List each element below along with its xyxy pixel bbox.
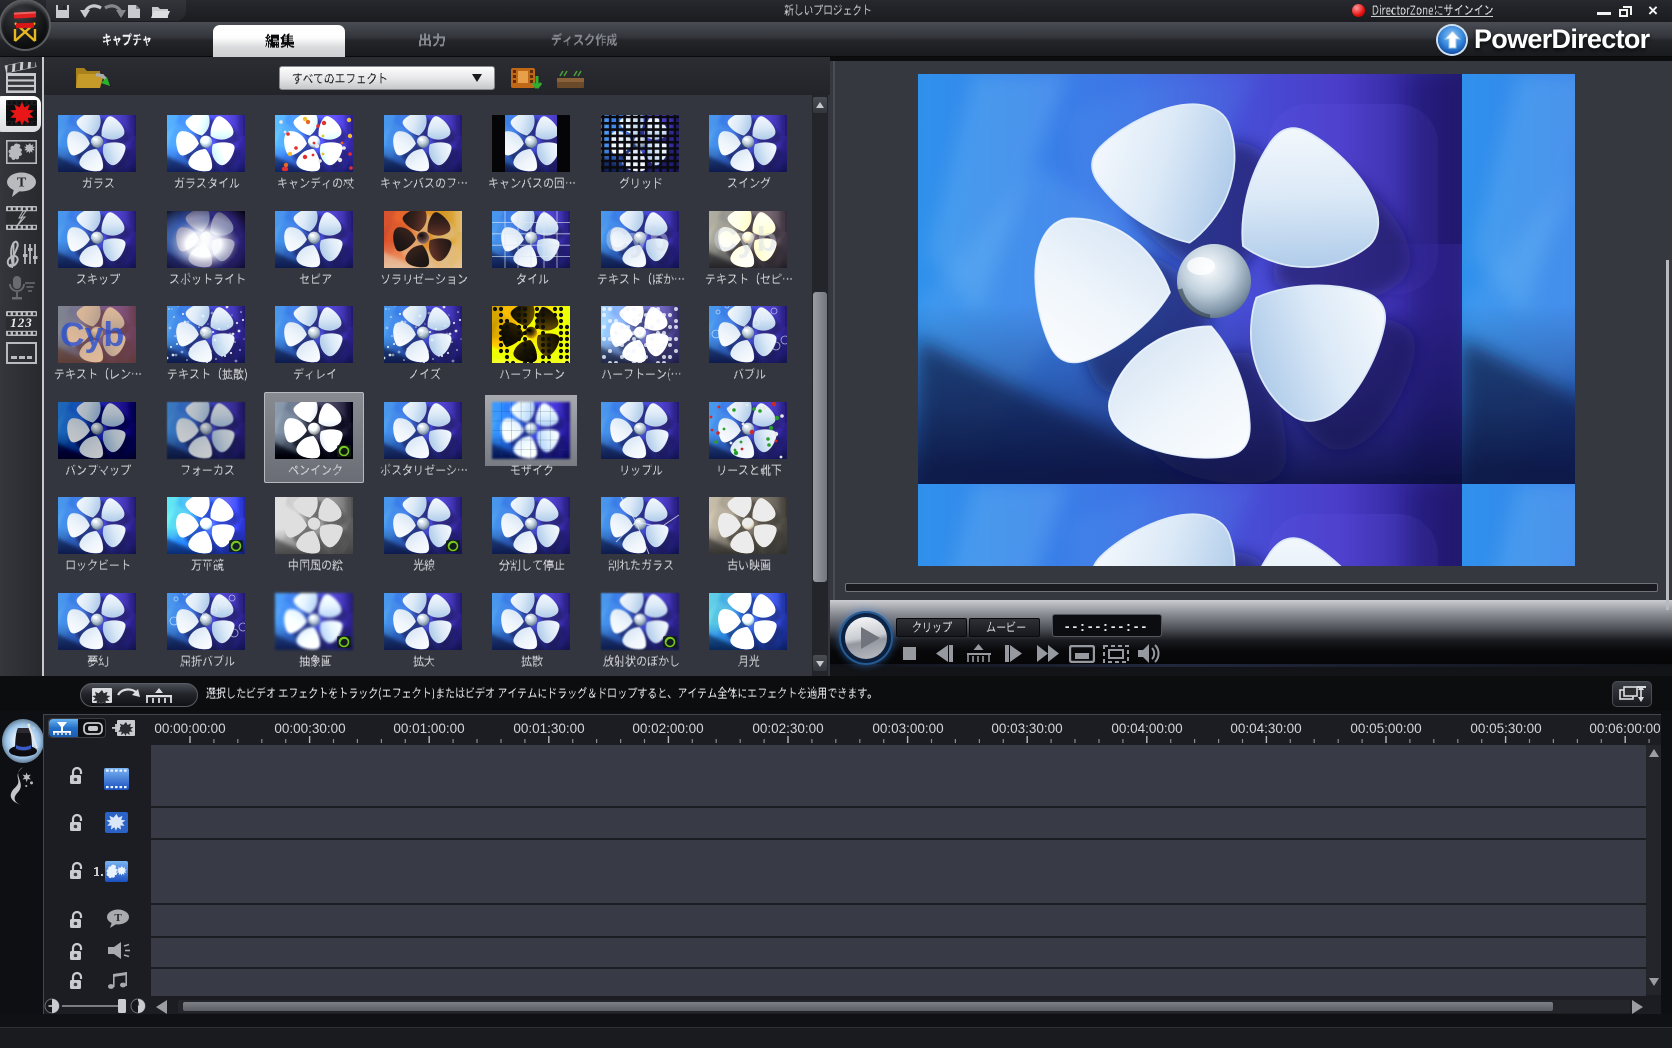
svg-text:Cyb: Cyb	[60, 316, 124, 354]
svg-text:T: T	[17, 176, 27, 191]
svg-text:Cyb: Cyb	[605, 221, 669, 259]
svg-text:T: T	[114, 912, 122, 924]
svg-text:Cyb: Cyb	[713, 221, 777, 259]
